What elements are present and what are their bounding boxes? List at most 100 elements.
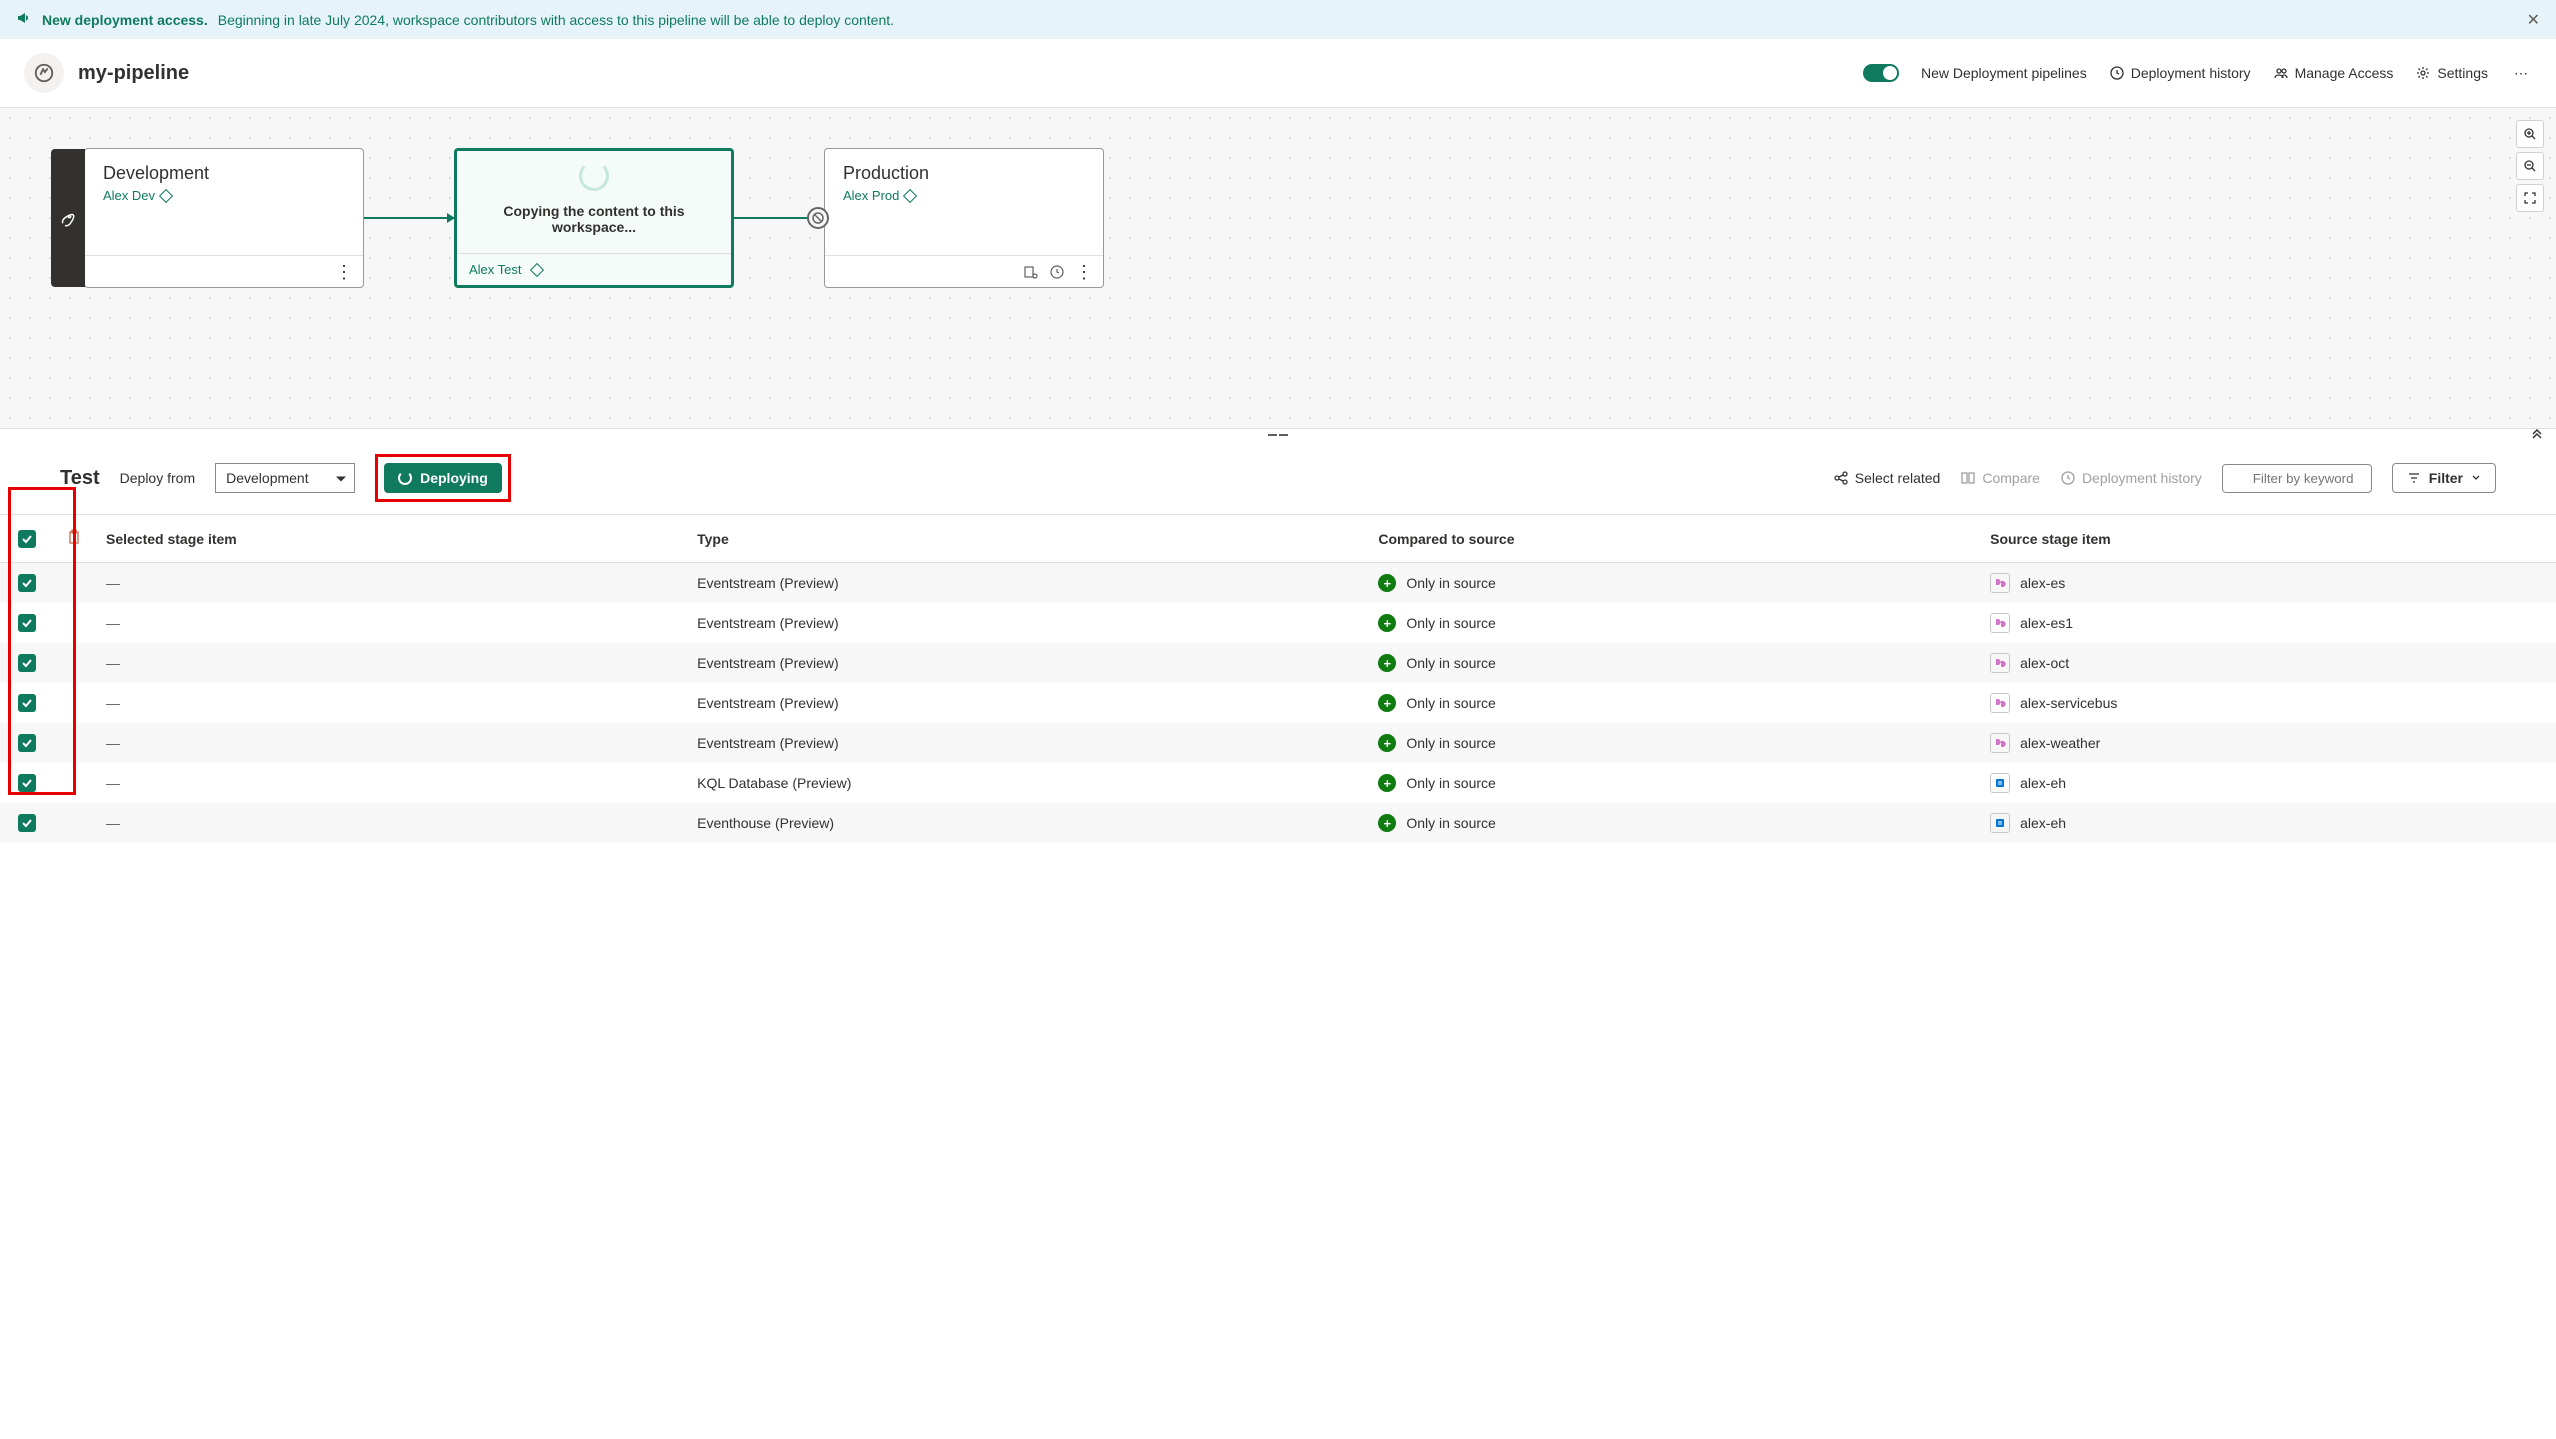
- detail-header: Test Deploy from Development Deploying S…: [0, 442, 2556, 515]
- filter-button[interactable]: Filter: [2392, 463, 2496, 493]
- stage-workspace[interactable]: Alex Test: [469, 262, 522, 277]
- highlight-deploy-button: Deploying: [375, 454, 511, 502]
- manage-access-link[interactable]: Manage Access: [2273, 65, 2394, 81]
- page-title: my-pipeline: [78, 62, 1849, 85]
- row-checkbox[interactable]: [18, 774, 36, 792]
- row-checkbox[interactable]: [18, 654, 36, 672]
- chevron-down-icon: [2471, 473, 2481, 483]
- deploy-from-select[interactable]: Development: [215, 463, 355, 493]
- table-row[interactable]: — Eventstream (Preview) +Only in source …: [0, 563, 2556, 604]
- diamond-icon: [159, 188, 173, 202]
- header: my-pipeline New Deployment pipelines Dep…: [0, 39, 2556, 108]
- type-value: Eventstream (Preview): [685, 563, 1366, 604]
- compare-value: +Only in source: [1378, 734, 1966, 752]
- table-row[interactable]: — Eventstream (Preview) +Only in source …: [0, 643, 2556, 683]
- plus-icon: +: [1378, 814, 1396, 832]
- select-all-header[interactable]: [0, 515, 54, 563]
- row-checkbox[interactable]: [18, 814, 36, 832]
- notification-bar: New deployment access. Beginning in late…: [0, 0, 2556, 39]
- compare-value: +Only in source: [1378, 654, 1966, 672]
- rules-icon[interactable]: [1023, 264, 1039, 280]
- share-icon: [1833, 470, 1849, 486]
- select-related-button[interactable]: Select related: [1833, 470, 1941, 486]
- table-row[interactable]: — Eventstream (Preview) +Only in source …: [0, 683, 2556, 723]
- zoom-out-button[interactable]: [2516, 152, 2544, 180]
- stage-production[interactable]: Production Alex Prod ⋮: [824, 148, 1104, 288]
- notification-text: Beginning in late July 2024, workspace c…: [218, 12, 894, 28]
- people-icon: [2273, 65, 2289, 81]
- col-source-item[interactable]: Source stage item: [1978, 515, 2556, 563]
- stage-more-icon[interactable]: ⋮: [1075, 263, 1093, 281]
- new-pipelines-toggle[interactable]: [1863, 64, 1899, 82]
- pipeline-icon: [24, 53, 64, 93]
- type-value: Eventstream (Preview): [685, 643, 1366, 683]
- settings-label: Settings: [2437, 65, 2488, 81]
- item-type-icon: [1990, 573, 2010, 593]
- zoom-controls: [2516, 120, 2544, 212]
- diamond-icon: [529, 262, 543, 276]
- clipboard-icon[interactable]: [54, 515, 94, 563]
- row-checkbox[interactable]: [18, 574, 36, 592]
- gear-icon: [2415, 65, 2431, 81]
- deployment-history-link[interactable]: Deployment history: [2109, 65, 2251, 81]
- type-value: Eventhouse (Preview): [685, 803, 1366, 843]
- history-icon: [2060, 470, 2076, 486]
- row-checkbox[interactable]: [18, 614, 36, 632]
- col-compared[interactable]: Compared to source: [1366, 515, 1978, 563]
- items-table-wrap: Selected stage item Type Compared to sou…: [0, 515, 2556, 843]
- stage-name: Development: [103, 163, 345, 184]
- pipeline-canvas: Development Alex Dev ⋮ Copying the conte…: [0, 108, 2556, 428]
- deploy-from-label: Deploy from: [120, 470, 195, 486]
- table-row[interactable]: — KQL Database (Preview) +Only in source…: [0, 763, 2556, 803]
- filter-input-wrap: [2222, 464, 2372, 493]
- diamond-icon: [903, 188, 917, 202]
- source-item-value: alex-servicebus: [1990, 693, 2544, 713]
- type-value: Eventstream (Preview): [685, 723, 1366, 763]
- filter-input[interactable]: [2222, 464, 2372, 493]
- spinner-icon: [398, 471, 412, 485]
- stage-item-value: —: [106, 615, 120, 631]
- plus-icon: +: [1378, 694, 1396, 712]
- history-label: Deployment history: [2131, 65, 2251, 81]
- access-label: Manage Access: [2295, 65, 2394, 81]
- source-item-value: alex-oct: [1990, 653, 2544, 673]
- settings-link[interactable]: Settings: [2415, 65, 2488, 81]
- collapse-icon[interactable]: [2530, 427, 2544, 444]
- plus-icon: +: [1378, 774, 1396, 792]
- plus-icon: +: [1378, 574, 1396, 592]
- zoom-fit-button[interactable]: [2516, 184, 2544, 212]
- deploy-button[interactable]: Deploying: [384, 463, 502, 493]
- compare-value: +Only in source: [1378, 574, 1966, 592]
- stage-more-icon[interactable]: ⋮: [335, 263, 353, 281]
- stage-test[interactable]: Copying the content to this workspace...…: [454, 148, 734, 288]
- connector-arrow: [364, 217, 454, 219]
- stage-workspace[interactable]: Alex Prod: [843, 188, 1085, 203]
- table-row[interactable]: — Eventstream (Preview) +Only in source …: [0, 603, 2556, 643]
- megaphone-icon: [16, 10, 32, 29]
- header-actions: New Deployment pipelines Deployment hist…: [1863, 64, 2532, 82]
- stages-row: Development Alex Dev ⋮ Copying the conte…: [50, 148, 2516, 288]
- zoom-in-button[interactable]: [2516, 120, 2544, 148]
- stage-development[interactable]: Development Alex Dev ⋮: [84, 148, 364, 288]
- table-row[interactable]: — Eventstream (Preview) +Only in source …: [0, 723, 2556, 763]
- col-stage-item[interactable]: Selected stage item: [94, 515, 685, 563]
- row-checkbox[interactable]: [18, 694, 36, 712]
- compare-value: +Only in source: [1378, 814, 1966, 832]
- stage-item-value: —: [106, 815, 120, 831]
- row-checkbox[interactable]: [18, 734, 36, 752]
- more-menu-icon[interactable]: ⋯: [2510, 65, 2532, 82]
- history-icon[interactable]: [1049, 264, 1065, 280]
- source-item-value: alex-eh: [1990, 813, 2544, 833]
- source-item-value: alex-weather: [1990, 733, 2544, 753]
- item-type-icon: [1990, 813, 2010, 833]
- close-icon[interactable]: ✕: [2527, 10, 2540, 30]
- col-type[interactable]: Type: [685, 515, 1366, 563]
- plus-icon: +: [1378, 614, 1396, 632]
- item-type-icon: [1990, 773, 2010, 793]
- stage-workspace[interactable]: Alex Dev: [103, 188, 345, 203]
- stage-name: Production: [843, 163, 1085, 184]
- table-row[interactable]: — Eventhouse (Preview) +Only in source a…: [0, 803, 2556, 843]
- stage-item-value: —: [106, 775, 120, 791]
- panel-divider[interactable]: [0, 428, 2556, 442]
- compare-button: Compare: [1960, 470, 2040, 486]
